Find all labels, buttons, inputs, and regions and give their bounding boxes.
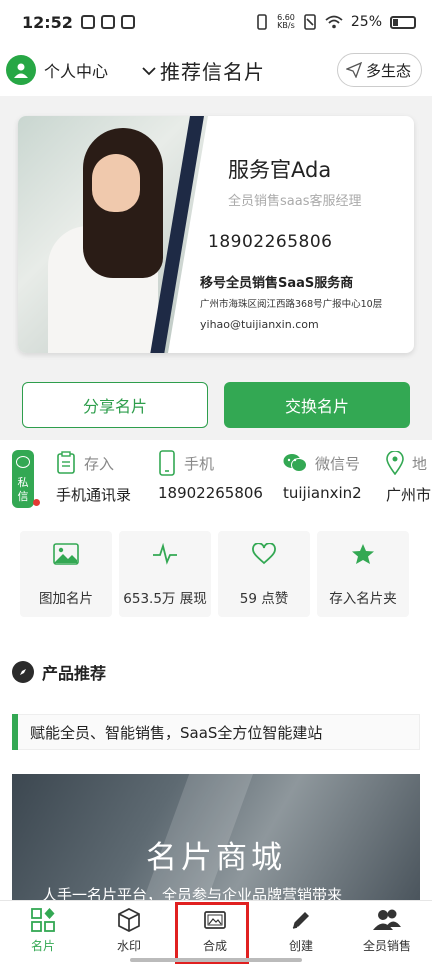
cube-icon <box>118 908 140 932</box>
stat-card-image[interactable]: 图加名片 <box>20 531 112 617</box>
card-info: 服务官Ada 全员销售saas客服经理 18902265806 移号全员销售Sa… <box>200 116 414 353</box>
status-right: 6.60 KB/s 25% <box>255 14 416 30</box>
private-message-label: 信 <box>17 490 29 503</box>
card-name: 服务官Ada <box>228 158 332 182</box>
highlight-annotation-box <box>175 902 249 964</box>
top-bar: 个人中心 推荐信名片 多生态 <box>0 44 432 96</box>
contact-value: 18902265806 <box>158 484 263 502</box>
stat-impressions[interactable]: 653.5万 展现 <box>119 531 211 617</box>
banner-title: 名片商城 <box>146 840 286 876</box>
private-message-label: 私 <box>17 476 29 489</box>
card-phone: 18902265806 <box>208 232 333 252</box>
battery-percent: 25% <box>350 14 382 30</box>
card-role: 全员销售saas客服经理 <box>228 194 362 209</box>
exchange-card-button[interactable]: 交换名片 <box>224 382 410 428</box>
image-icon <box>53 543 79 565</box>
vibrate-icon <box>257 14 267 30</box>
chat-bubble-icon <box>16 456 30 468</box>
status-bar: 12:52 6.60 KB/s 25% <box>0 0 432 44</box>
banner-section: 名片商城 人手一名片平台，全员参与企业品牌营销带来 <box>0 758 432 904</box>
clipboard-icon <box>57 451 75 474</box>
network-speed: 6.60 KB/s <box>277 14 295 30</box>
tab-all-staff-sales[interactable]: 全员销售 <box>344 907 430 954</box>
stat-likes[interactable]: 59 点赞 <box>218 531 310 617</box>
notification-icon <box>100 15 115 29</box>
product-section-header: 产品推荐 <box>0 644 432 700</box>
business-card[interactable]: 服务官Ada 全员销售saas客服经理 18902265806 移号全员销售Sa… <box>18 116 414 353</box>
heart-icon <box>252 543 276 565</box>
contact-phone-item[interactable]: 手机 18902265806 <box>158 450 263 502</box>
share-card-button[interactable]: 分享名片 <box>22 382 208 428</box>
phone-icon <box>159 450 175 476</box>
pulse-icon <box>153 543 177 565</box>
wechat-icon <box>283 454 307 472</box>
page-title: 推荐信名片 <box>160 59 266 84</box>
multi-ecosystem-button[interactable]: 多生态 <box>336 53 422 87</box>
stat-text: 653.5万 展现 <box>123 591 207 607</box>
contact-value: 广州市 <box>386 486 432 504</box>
multi-ecosystem-label: 多生态 <box>365 61 411 80</box>
tab-card[interactable]: 名片 <box>0 907 86 954</box>
pencil-icon <box>292 912 309 929</box>
chevron-down-icon[interactable] <box>142 61 156 80</box>
tab-label: 创建 <box>288 939 313 953</box>
stat-save-folder[interactable]: 存入名片夹 <box>317 531 409 617</box>
home-indicator <box>130 958 302 962</box>
contact-label: 地 <box>412 454 428 473</box>
grid-icon <box>31 908 55 932</box>
stat-text: 59 点赞 <box>239 591 289 607</box>
battery-icon <box>390 15 416 29</box>
no-sim-icon <box>304 14 316 30</box>
status-time: 12:52 <box>22 12 73 32</box>
card-email: yihao@tuijianxin.com <box>200 318 319 331</box>
tab-label: 名片 <box>30 939 55 953</box>
personal-center-link[interactable]: 个人中心 <box>44 58 108 82</box>
notification-icon <box>120 15 135 29</box>
contact-label: 微信号 <box>315 454 361 473</box>
notification-icon <box>80 15 95 29</box>
stat-text: 图加名片 <box>39 591 93 607</box>
star-icon <box>352 544 374 564</box>
compass-icon <box>12 661 34 683</box>
unread-dot <box>33 499 40 506</box>
private-message-button[interactable]: 私 信 <box>12 450 34 508</box>
tab-watermark[interactable]: 水印 <box>86 907 172 954</box>
card-address: 广州市海珠区阅江西路368号广报中心10层 <box>200 299 383 310</box>
product-slogan: 赋能全员、智能销售，SaaS全方位智能建站 <box>0 700 432 758</box>
slogan-text: 赋能全员、智能销售，SaaS全方位智能建站 <box>18 714 420 750</box>
contact-label: 存入 <box>84 454 115 473</box>
contact-address-item[interactable]: 地 广州市 <box>386 450 431 505</box>
tab-create[interactable]: 创建 <box>258 907 344 954</box>
users-icon <box>373 909 401 930</box>
user-avatar-icon[interactable] <box>6 55 36 85</box>
stat-text: 存入名片夹 <box>329 591 397 607</box>
contact-value: tuijianxin2 <box>283 484 362 502</box>
contact-info-row: 私 信 存入 手机通讯录 手机 18902265806 微信号 tuijianx… <box>0 440 432 516</box>
card-mall-banner[interactable]: 名片商城 人手一名片平台，全员参与企业品牌营销带来 <box>12 774 420 904</box>
send-icon <box>345 62 362 78</box>
card-company: 移号全员销售SaaS服务商 <box>200 276 354 291</box>
contact-label: 手机 <box>184 454 215 473</box>
notification-icons <box>80 15 135 29</box>
tab-label: 全员销售 <box>362 939 411 953</box>
tab-label: 水印 <box>116 939 141 953</box>
product-section-title: 产品推荐 <box>42 664 107 683</box>
wifi-icon <box>325 15 343 29</box>
contact-wechat-item[interactable]: 微信号 tuijianxin2 <box>283 450 362 502</box>
contact-save-item[interactable]: 存入 手机通讯录 <box>56 450 131 505</box>
contact-value: 手机通讯录 <box>56 486 132 504</box>
location-icon <box>386 451 404 475</box>
speed-unit: KB/s <box>277 21 295 30</box>
stats-row: 图加名片 653.5万 展现 59 点赞 存入名片夹 <box>0 516 432 644</box>
